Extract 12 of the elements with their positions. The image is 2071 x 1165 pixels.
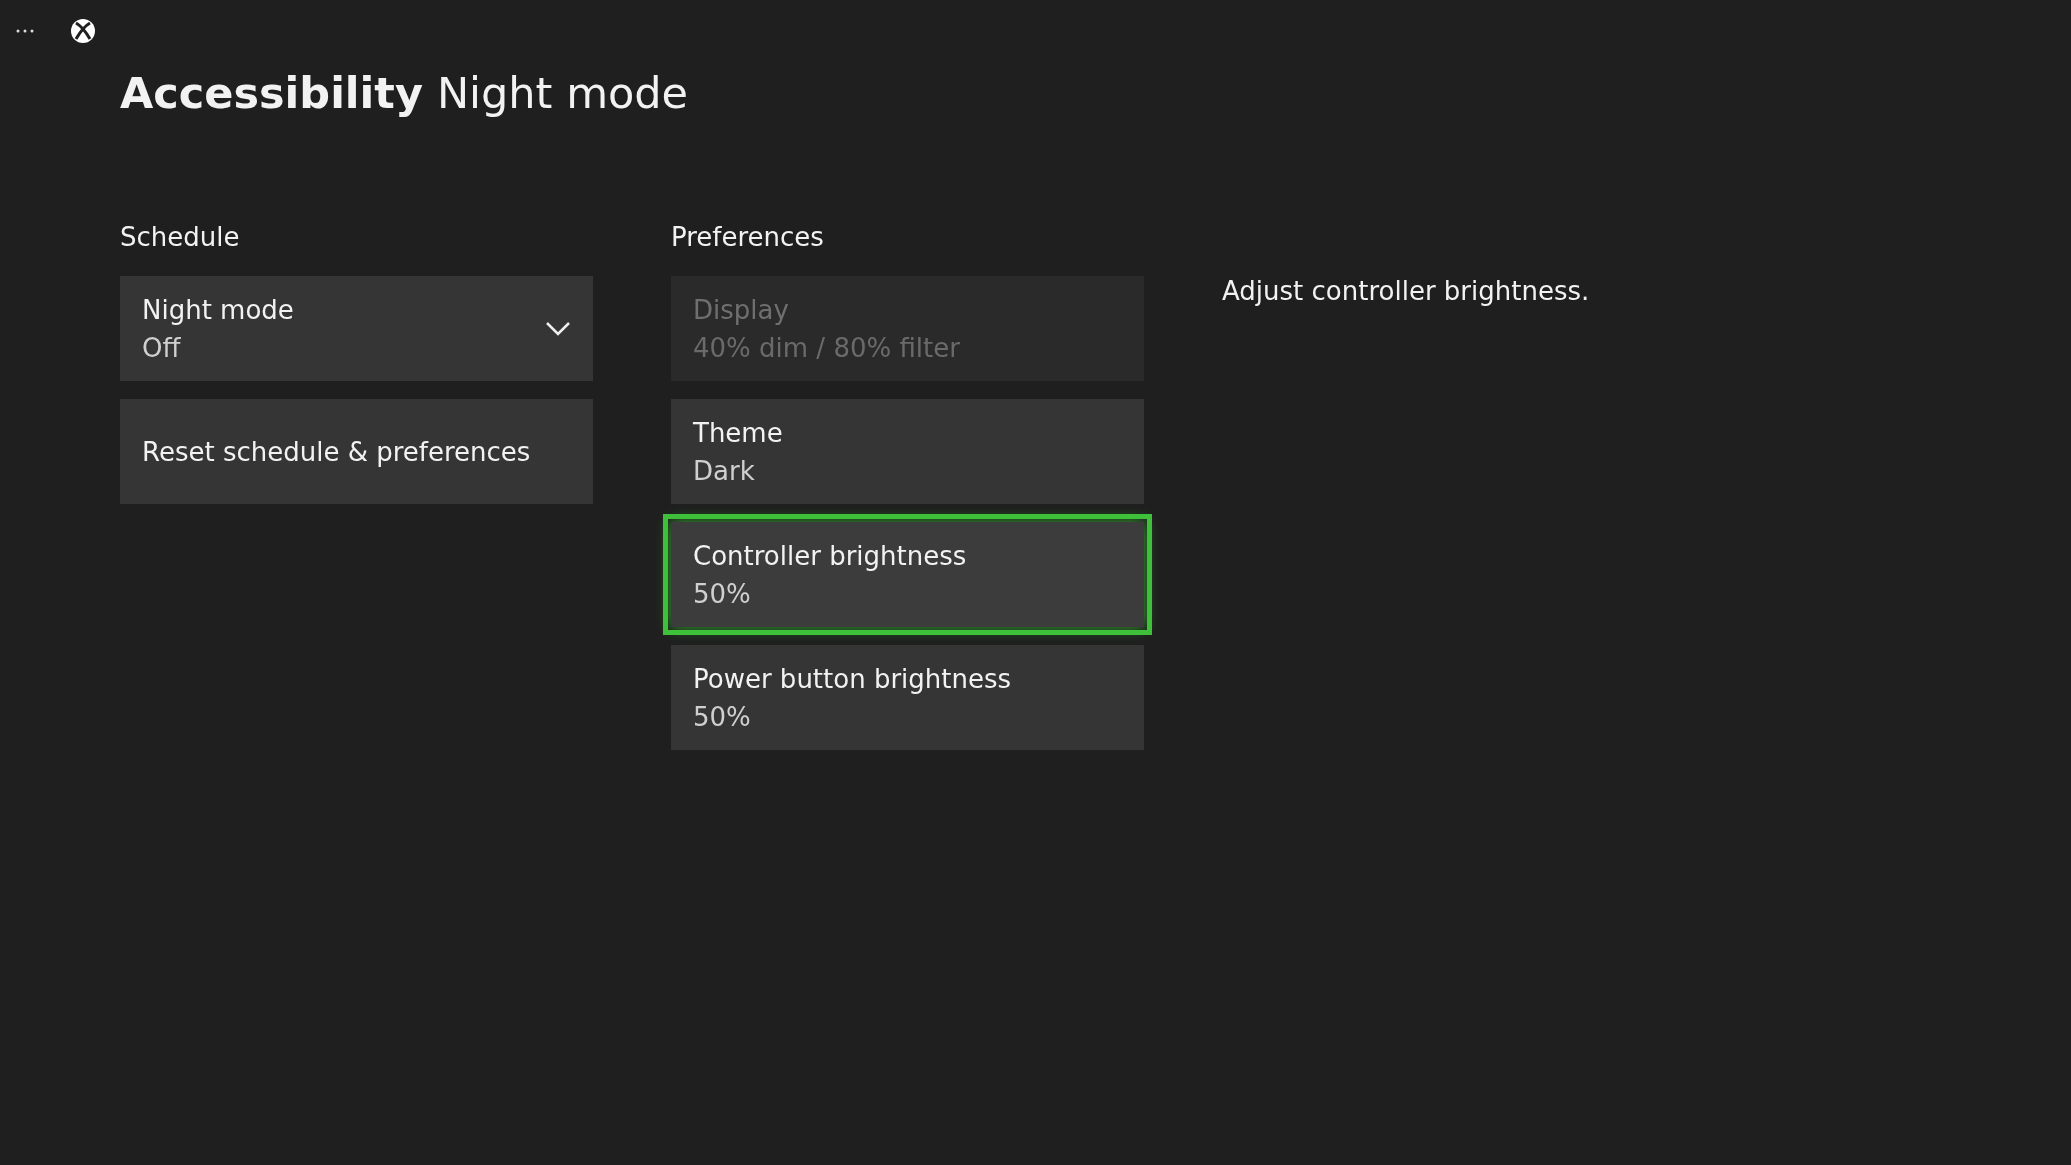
night-mode-dropdown[interactable]: Night mode Off xyxy=(120,276,593,381)
section-title: Accessibility xyxy=(120,68,423,118)
more-icon[interactable] xyxy=(16,29,34,33)
chevron-down-icon xyxy=(545,320,571,337)
page-title: Night mode xyxy=(436,68,689,118)
xbox-logo-icon[interactable] xyxy=(70,18,96,44)
setting-item[interactable]: Power button brightness 50% xyxy=(671,645,1144,750)
description-text: Adjust controller brightness. xyxy=(1222,276,1590,306)
preferences-heading: Preferences xyxy=(671,222,825,254)
setting-item[interactable]: Reset schedule & preferences xyxy=(120,399,593,504)
setting-item[interactable]: Theme Dark xyxy=(671,399,1144,504)
schedule-heading: Schedule xyxy=(120,222,241,254)
